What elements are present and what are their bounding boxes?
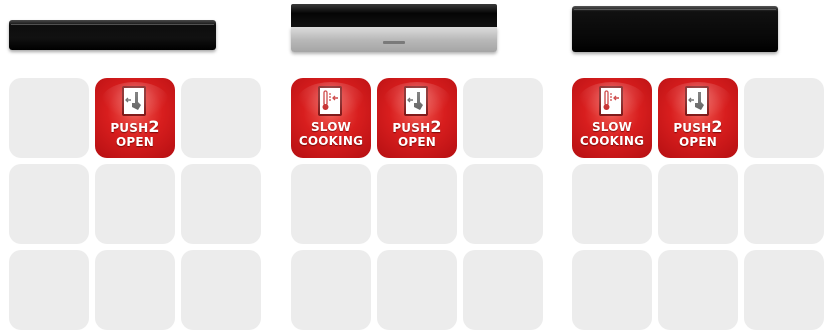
push2open-feature[interactable]: PUSH2 OPEN (658, 78, 738, 158)
empty-feature-slot (658, 250, 738, 330)
empty-feature-slot (95, 164, 175, 244)
empty-feature-slot (463, 164, 543, 244)
empty-feature-slot (377, 164, 457, 244)
product-column-2: SLOW COOKING PUSH2 OPEN (291, 0, 547, 330)
empty-feature-slot (463, 250, 543, 330)
warming-drawer-image[interactable] (572, 6, 778, 52)
empty-feature-slot (744, 78, 824, 158)
empty-feature-slot (291, 164, 371, 244)
drawer-handle (383, 41, 405, 44)
empty-feature-slot (9, 78, 89, 158)
empty-feature-slot (658, 164, 738, 244)
empty-feature-slot (9, 250, 89, 330)
empty-feature-slot (95, 250, 175, 330)
empty-feature-slot (463, 78, 543, 158)
slow-cooking-icon (318, 86, 342, 116)
push2open-feature[interactable]: PUSH2 OPEN (377, 78, 457, 158)
empty-feature-slot (181, 78, 261, 158)
empty-feature-slot (291, 250, 371, 330)
push2open-icon (122, 86, 146, 116)
slow-cooking-feature[interactable]: SLOW COOKING (291, 78, 371, 158)
empty-feature-slot (181, 164, 261, 244)
slow-cooking-feature[interactable]: SLOW COOKING (572, 78, 652, 158)
drawer-steel-front (291, 27, 497, 52)
feature-label: PUSH2 OPEN (673, 117, 723, 150)
drawer-glass-front (291, 4, 497, 27)
empty-feature-slot (181, 250, 261, 330)
push2open-icon (685, 86, 709, 116)
feature-grid: PUSH2 OPEN (9, 78, 261, 330)
empty-feature-slot (572, 164, 652, 244)
feature-grid: SLOW COOKING PUSH2 OPEN (291, 78, 543, 330)
product-column-3: SLOW COOKING PUSH2 OPEN (572, 0, 828, 330)
feature-label: PUSH2 OPEN (110, 117, 160, 150)
feature-label: PUSH2 OPEN (392, 117, 442, 150)
feature-label: SLOW COOKING (579, 120, 645, 148)
push2open-feature[interactable]: PUSH2 OPEN (95, 78, 175, 158)
push2open-icon (404, 86, 428, 116)
empty-feature-slot (744, 250, 824, 330)
empty-feature-slot (9, 164, 89, 244)
warming-drawer-image[interactable] (9, 20, 216, 50)
slow-cooking-icon (599, 86, 623, 116)
feature-grid: SLOW COOKING PUSH2 OPEN (572, 78, 824, 330)
empty-feature-slot (744, 164, 824, 244)
warming-drawer-image[interactable] (291, 4, 497, 52)
product-column-1: PUSH2 OPEN (9, 0, 265, 330)
empty-feature-slot (572, 250, 652, 330)
empty-feature-slot (377, 250, 457, 330)
feature-label: SLOW COOKING (298, 120, 364, 148)
